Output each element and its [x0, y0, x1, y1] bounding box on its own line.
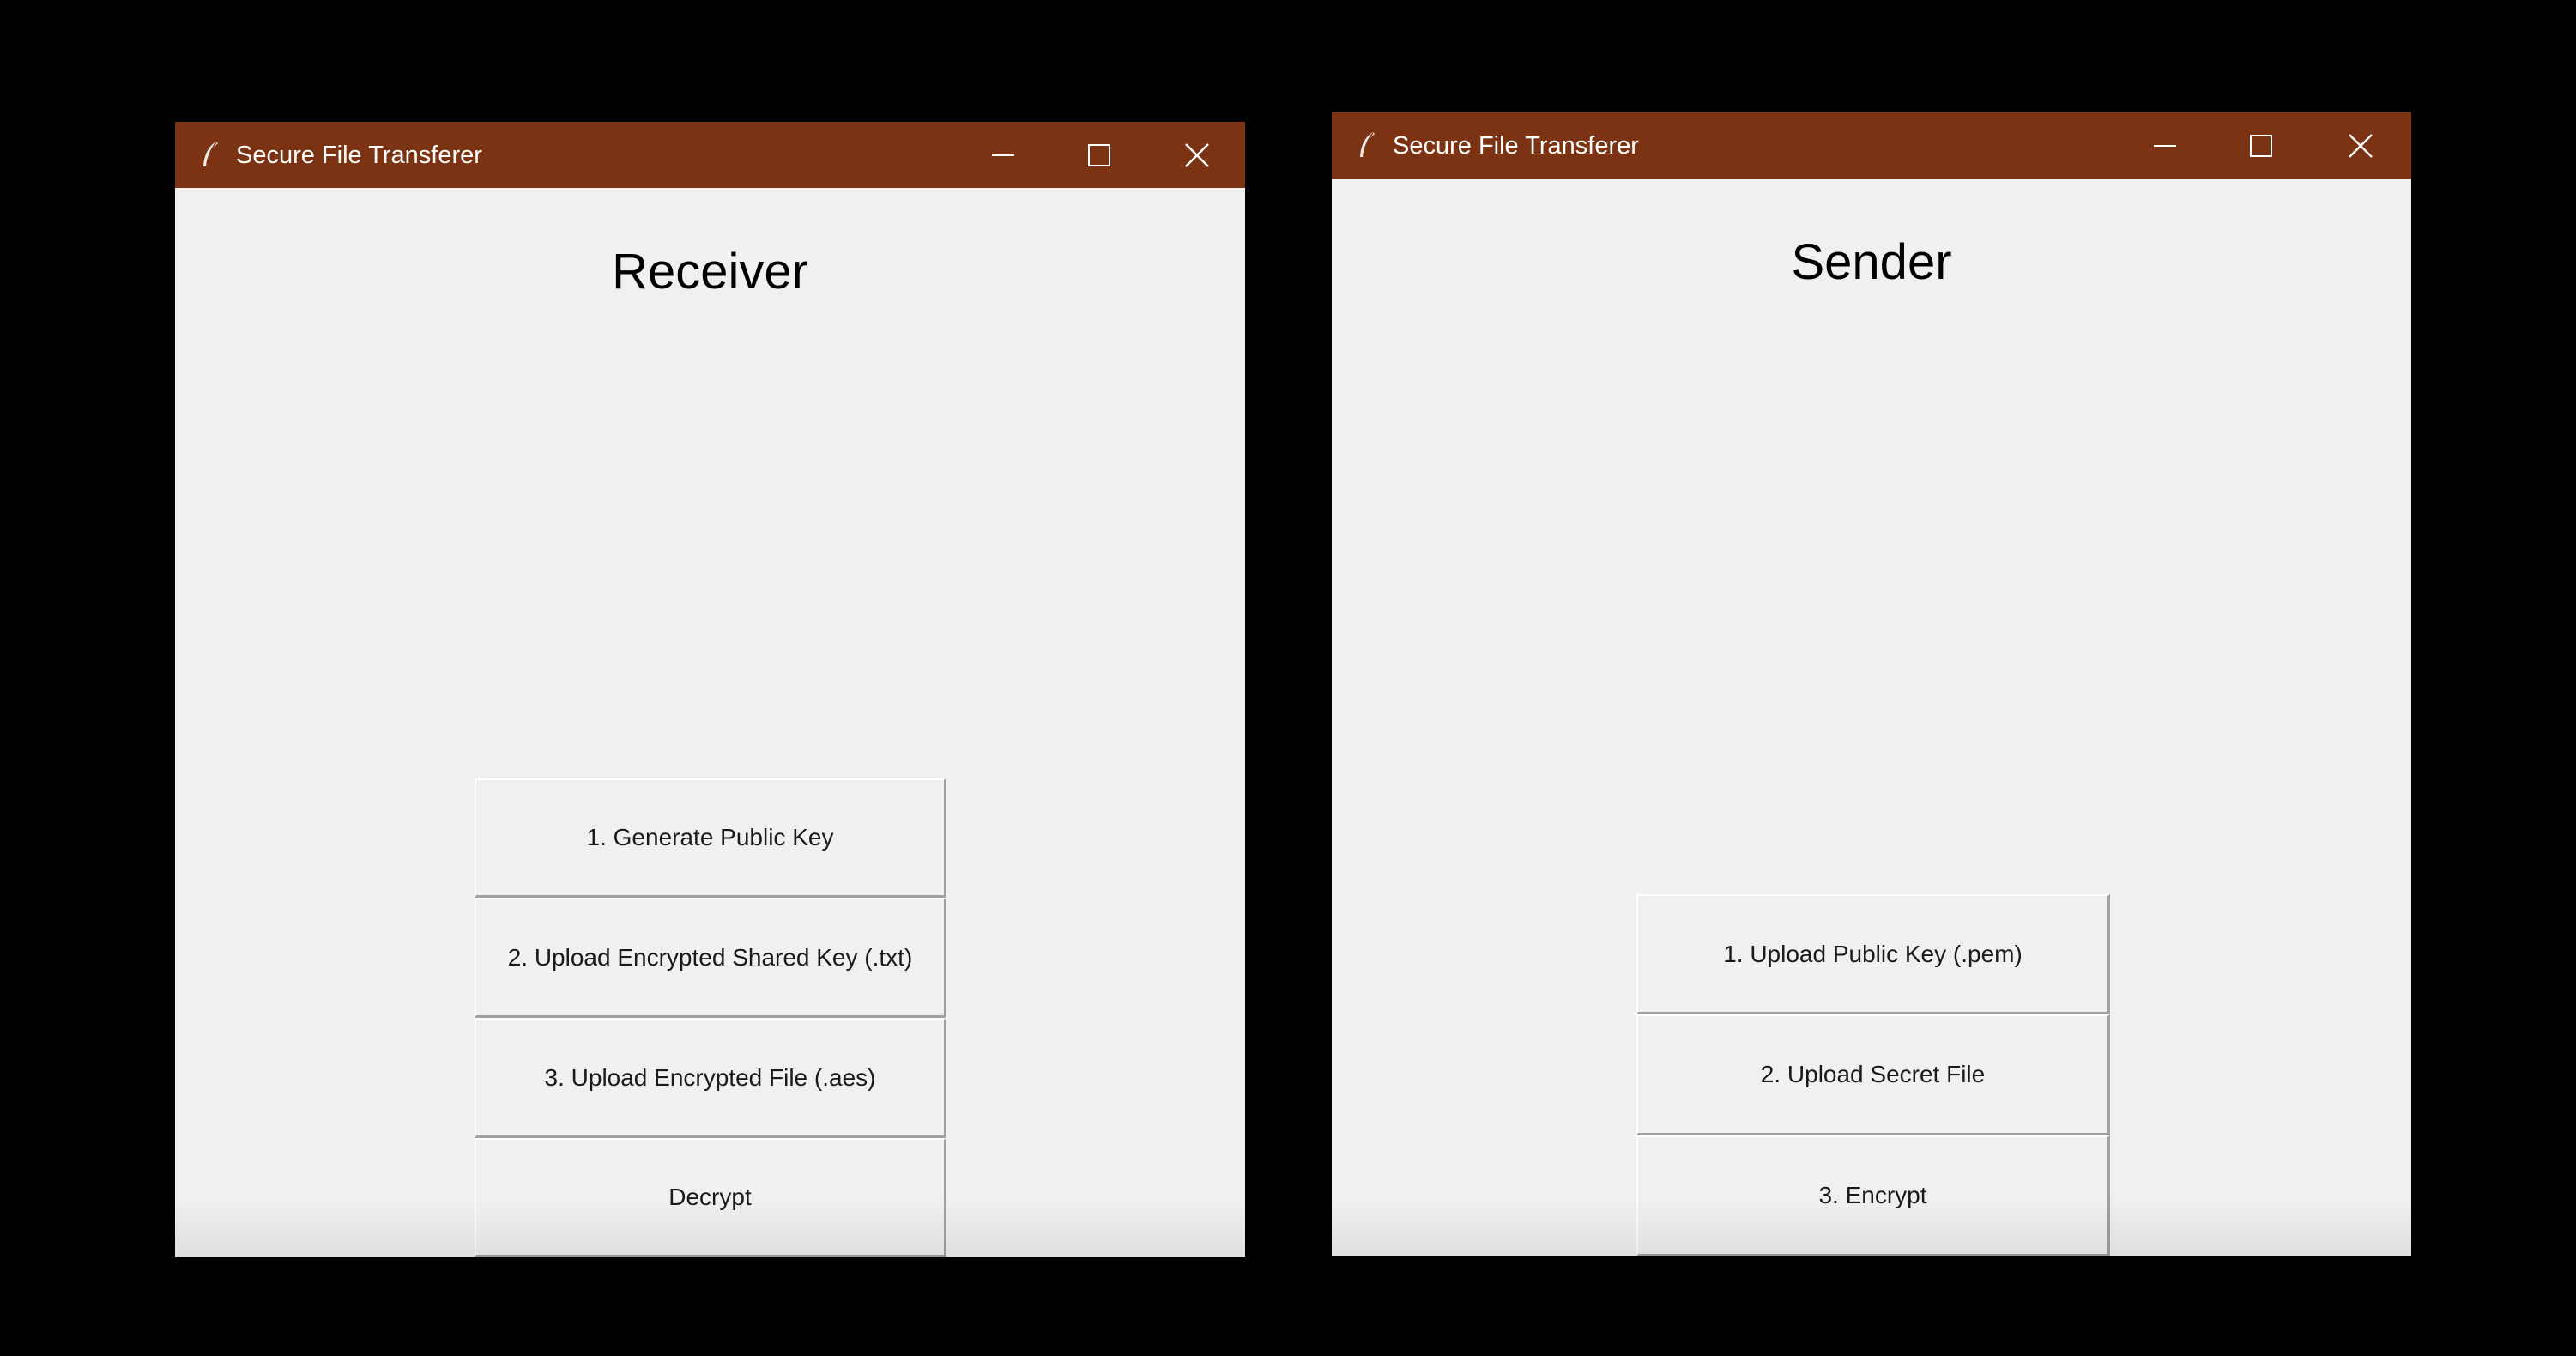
window-title: Secure File Transferer: [236, 142, 482, 169]
feather-icon: [1360, 132, 1375, 157]
close-button[interactable]: [1149, 122, 1245, 188]
receiver-heading: Receiver: [612, 244, 808, 300]
receiver-content: Receiver 1. Generate Public Key 2. Uploa…: [175, 188, 1245, 1257]
upload-encrypted-file-button[interactable]: 3. Upload Encrypted File (.aes): [475, 1018, 946, 1138]
sender-heading: Sender: [1791, 234, 1952, 290]
upload-encrypted-shared-key-button[interactable]: 2. Upload Encrypted Shared Key (.txt): [475, 898, 946, 1018]
maximize-icon: [1088, 143, 1110, 166]
close-icon: [2349, 133, 2373, 158]
maximize-button[interactable]: [2213, 112, 2309, 179]
window-title: Secure File Transferer: [1393, 132, 1639, 160]
minimize-button[interactable]: [2117, 112, 2213, 179]
minimize-button[interactable]: [955, 122, 1051, 188]
maximize-button[interactable]: [1051, 122, 1147, 188]
upload-secret-file-button[interactable]: 2. Upload Secret File: [1636, 1014, 2110, 1135]
receiver-titlebar[interactable]: Secure File Transferer: [175, 122, 1245, 188]
close-icon: [1185, 142, 1209, 167]
sender-titlebar[interactable]: Secure File Transferer: [1332, 112, 2411, 179]
minimize-icon: [992, 154, 1014, 156]
sender-window: Secure File Transferer Sender 1. Upload …: [1332, 112, 2411, 1256]
decrypt-button[interactable]: Decrypt: [475, 1138, 946, 1257]
encrypt-button[interactable]: 3. Encrypt: [1636, 1135, 2110, 1256]
sender-content: Sender 1. Upload Public Key (.pem) 2. Up…: [1332, 179, 2411, 1256]
feather-icon: [203, 142, 218, 166]
upload-public-key-button[interactable]: 1. Upload Public Key (.pem): [1636, 894, 2110, 1014]
generate-public-key-button[interactable]: 1. Generate Public Key: [475, 778, 946, 898]
minimize-icon: [2154, 144, 2176, 147]
receiver-window: Secure File Transferer Receiver 1. Gener…: [175, 122, 1245, 1257]
maximize-icon: [2250, 134, 2272, 157]
close-button[interactable]: [2313, 112, 2409, 179]
